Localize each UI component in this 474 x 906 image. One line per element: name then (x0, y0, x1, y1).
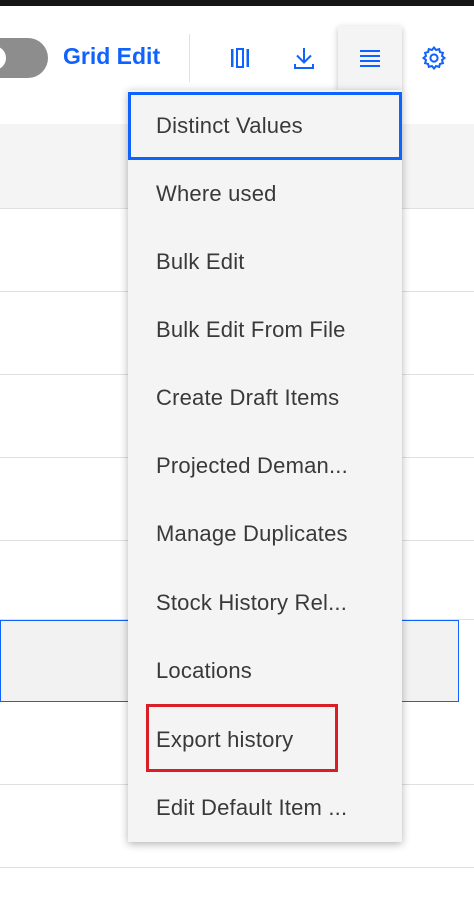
overflow-menu: Distinct Values Where used Bulk Edit Bul… (128, 90, 402, 842)
menu-item-bulk-edit[interactable]: Bulk Edit (128, 228, 402, 296)
menu-item-stock-history[interactable]: Stock History Rel... (128, 569, 402, 637)
grid-edit-toggle[interactable] (0, 38, 48, 78)
menu-item-export-history[interactable]: Export history (128, 706, 402, 774)
menu-item-bulk-edit-from-file[interactable]: Bulk Edit From File (128, 296, 402, 364)
toggle-knob (0, 46, 6, 70)
menu-item-manage-duplicates[interactable]: Manage Duplicates (128, 500, 402, 568)
download-icon (294, 48, 314, 69)
grid-edit-label[interactable]: Grid Edit (63, 43, 160, 70)
overflow-menu-icon (360, 50, 380, 67)
menu-item-distinct-values[interactable]: Distinct Values (128, 92, 402, 160)
menu-item-where-used[interactable]: Where used (128, 160, 402, 228)
menu-item-locations[interactable]: Locations (128, 637, 402, 705)
columns-button[interactable] (208, 26, 272, 90)
toolbar-divider (189, 34, 190, 82)
settings-button[interactable] (402, 26, 466, 90)
menu-item-create-draft-items[interactable]: Create Draft Items (128, 364, 402, 432)
top-strip (0, 0, 474, 6)
menu-item-projected-demand[interactable]: Projected Deman... (128, 432, 402, 500)
download-button[interactable] (272, 26, 336, 90)
columns-icon (231, 48, 249, 68)
settings-icon (421, 45, 447, 71)
overflow-menu-button[interactable] (338, 26, 402, 90)
menu-item-edit-default-item[interactable]: Edit Default Item ... (128, 774, 402, 842)
